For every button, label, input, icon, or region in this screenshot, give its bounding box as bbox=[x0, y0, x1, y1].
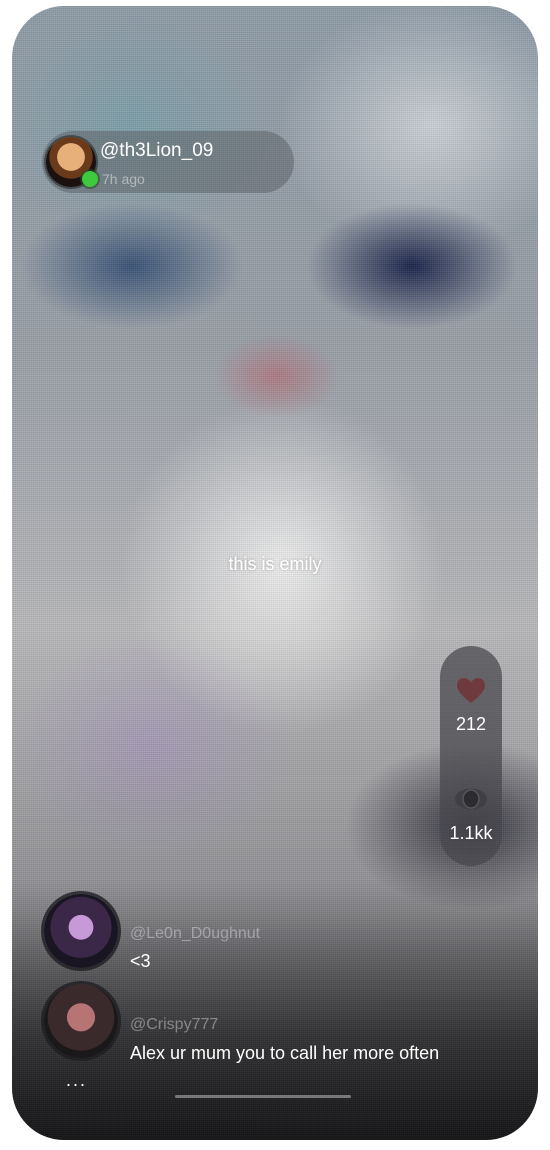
views-count: 1.1kk bbox=[449, 823, 493, 843]
author-username[interactable]: @th3Lion_09 bbox=[100, 140, 213, 162]
post-caption: this is emily bbox=[228, 554, 322, 574]
post-timestamp: 7h ago bbox=[102, 171, 145, 187]
online-status-dot bbox=[82, 171, 98, 187]
likes-count: 212 bbox=[455, 714, 487, 734]
comment-avatar[interactable] bbox=[44, 894, 118, 968]
comment-text: <3 bbox=[130, 951, 151, 971]
comment-avatar[interactable] bbox=[44, 984, 118, 1058]
more-comments-button[interactable]: ... bbox=[66, 1070, 87, 1091]
comment-username[interactable]: @Le0n_D0ughnut bbox=[130, 925, 260, 943]
heart-icon[interactable] bbox=[455, 675, 487, 707]
home-indicator[interactable] bbox=[175, 1095, 351, 1098]
comment-username[interactable]: @Crispy777 bbox=[130, 1016, 218, 1034]
eye-icon[interactable] bbox=[454, 787, 488, 811]
comment-text: Alex ur mum you to call her more often bbox=[130, 1043, 440, 1063]
